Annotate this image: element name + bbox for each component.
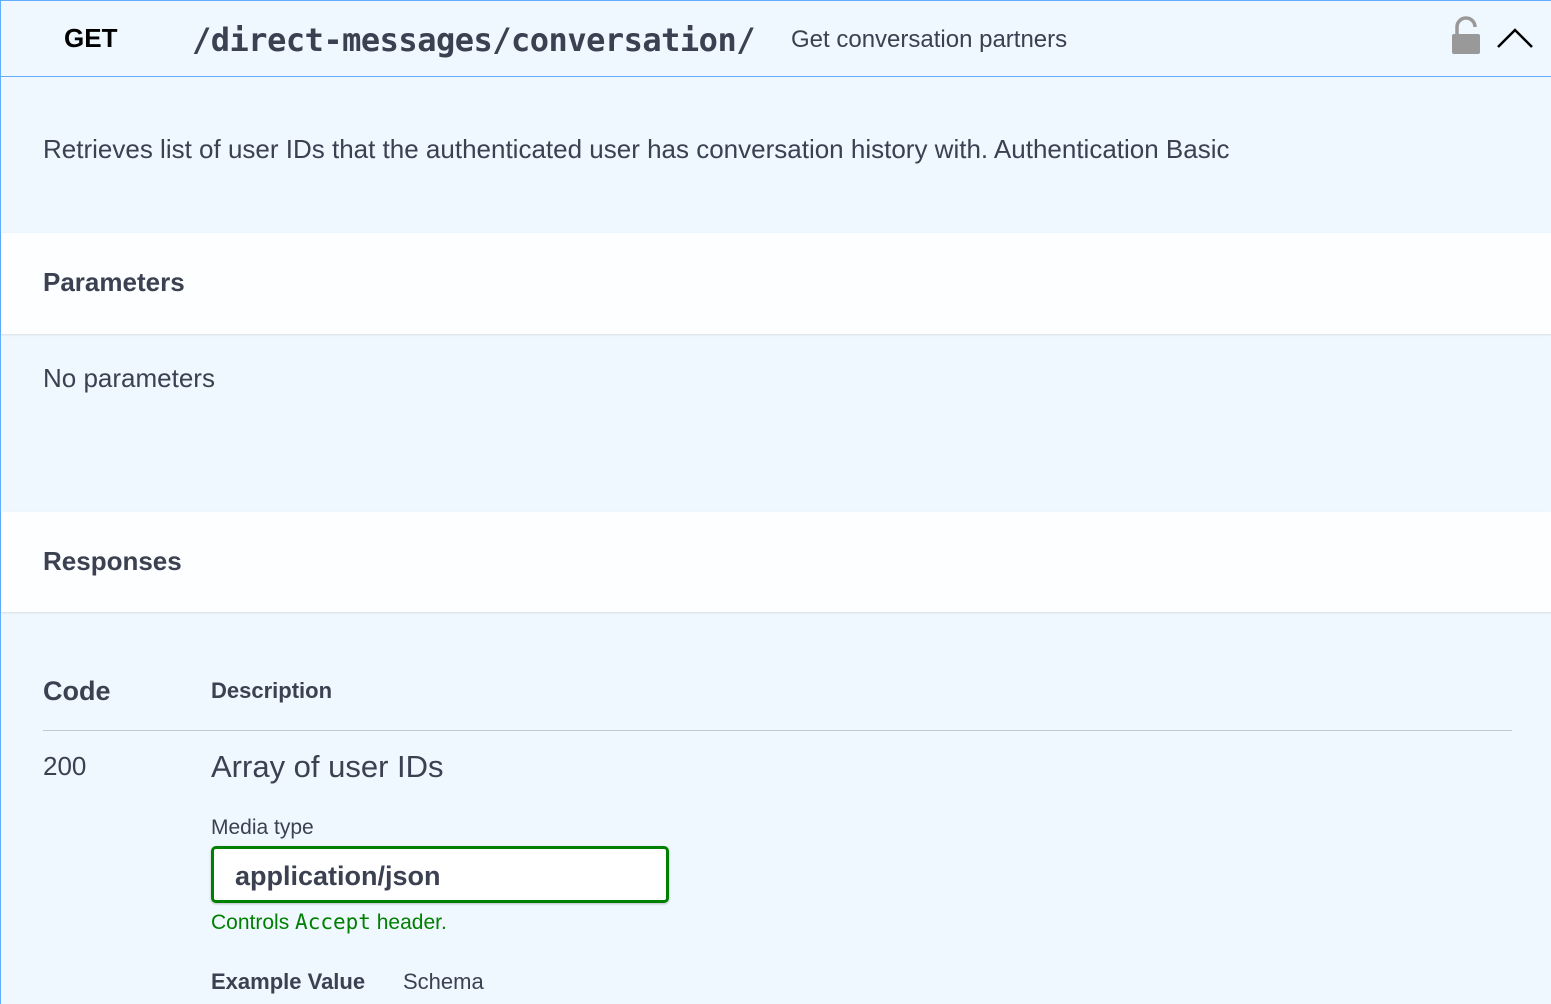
operation-description: Retrieves list of user IDs that the auth… [43, 134, 1230, 164]
parameters-section-header: Parameters [1, 233, 1551, 334]
column-header-description: Description [211, 678, 333, 703]
parameters-title: Parameters [43, 267, 185, 297]
tab-example-value[interactable]: Example Value [211, 968, 365, 996]
media-type-value: application/json [235, 861, 441, 891]
operation-path: /direct-messages/conversation/ [192, 21, 755, 59]
responses-title: Responses [43, 546, 182, 576]
response-description: Array of user IDs [211, 749, 444, 784]
column-header-code: Code [43, 676, 111, 706]
chevron-up-icon[interactable] [1495, 23, 1535, 53]
table-divider [43, 730, 1512, 731]
http-method-badge: GET [64, 23, 118, 53]
tab-schema[interactable]: Schema [403, 968, 484, 996]
hint-prefix: Controls [211, 911, 290, 934]
hint-suffix: header. [376, 911, 447, 934]
operation-summary-text: Get conversation partners [791, 26, 1068, 53]
accept-header-hint: Controls Accept header. [211, 908, 447, 937]
response-status-code: 200 [43, 751, 87, 781]
hint-code: Accept [295, 910, 371, 934]
no-parameters-text: No parameters [43, 363, 215, 393]
operation-block: GET /direct-messages/conversation/ Get c… [0, 0, 1551, 1004]
media-type-select[interactable]: application/json [211, 846, 669, 903]
responses-section-header: Responses [1, 512, 1551, 612]
media-type-label: Media type [211, 816, 314, 839]
operation-summary[interactable]: GET /direct-messages/conversation/ Get c… [1, 1, 1551, 77]
tab-divider [389, 971, 390, 993]
lock-open-icon[interactable] [1451, 16, 1483, 56]
